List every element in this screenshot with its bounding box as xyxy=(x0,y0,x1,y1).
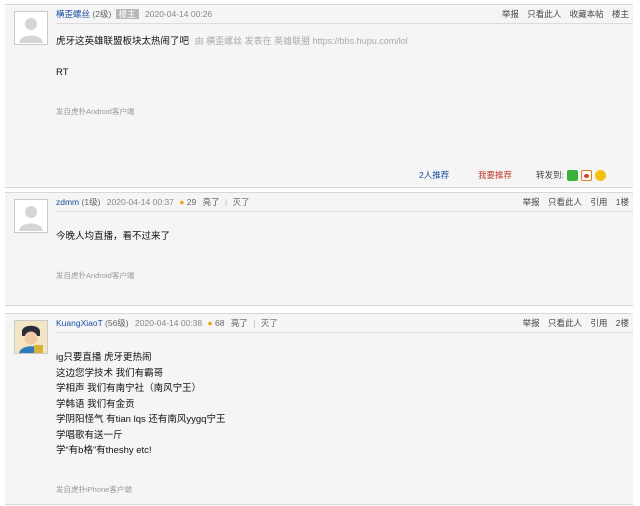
report-link[interactable]: 举报 xyxy=(502,9,519,19)
light-bulb-icon: ● xyxy=(207,318,213,328)
avatar[interactable] xyxy=(14,320,48,354)
post-header-divider xyxy=(55,23,633,24)
post-content-line: RT xyxy=(56,67,69,78)
light-count: 68 xyxy=(215,318,225,328)
post-title-line: 虎牙这英雄联盟板块太热闹了吧 由 横歪螺丝 发表在 英雄联盟 https://b… xyxy=(56,33,408,47)
post-body: 虎牙这英雄联盟板块太热闹了吧 由 横歪螺丝 发表在 英雄联盟 https://b… xyxy=(56,33,408,81)
post-content-line: 学唱歌有送一斤 xyxy=(56,429,123,441)
report-link[interactable]: 举报 xyxy=(523,197,540,207)
recommend-button[interactable]: 我要推荐 xyxy=(478,169,512,181)
dim-button[interactable]: 灭了 xyxy=(261,318,278,328)
post-ops: 举报 只看此人 引用 2楼 xyxy=(517,317,629,329)
floor-label: 2楼 xyxy=(615,318,629,328)
share-label: 转发到: xyxy=(536,170,564,180)
post-source: 由 横歪螺丝 发表在 英雄联盟 https://bbs.hupu.com/lol xyxy=(194,36,408,46)
only-this-user-link[interactable]: 只看此人 xyxy=(548,197,582,207)
reply-post: zdmm (1级) 2020-04-14 00:37 ● 29 亮了 | 灭了 … xyxy=(5,192,633,306)
post-ops: 举报 只看此人 收藏本帖 楼主 xyxy=(496,8,629,20)
device-note: 发自虎扑iPhone客户端 xyxy=(56,485,132,494)
post-content-line: 学阴阳怪气 有tian lqs 还有南风yygq宁王 xyxy=(56,414,226,425)
share-bar: 转发到: xyxy=(536,169,606,181)
post-op: 横歪螺丝 (2级) 楼主 2020-04-14 00:26 举报 只看此人 收藏… xyxy=(5,4,633,188)
quote-link[interactable]: 引用 xyxy=(590,318,607,328)
user-level: (56级) xyxy=(105,318,129,328)
divider: | xyxy=(225,197,228,207)
thread-page: 横歪螺丝 (2级) 楼主 2020-04-14 00:26 举报 只看此人 收藏… xyxy=(0,0,640,506)
op-badge: 楼主 xyxy=(115,9,139,19)
post-content-line: ig只要直播 虎牙更热闹 xyxy=(56,352,152,363)
post-ops: 举报 只看此人 引用 1楼 xyxy=(517,196,629,208)
post-content-line: 学韩语 我们有金贡 xyxy=(56,398,135,410)
recommend-count[interactable]: 2人推荐 xyxy=(419,169,449,181)
post-content-line: 学相声 我们有南宁社（南风宁王） xyxy=(56,383,202,394)
avatar[interactable] xyxy=(14,199,48,233)
post-meta: zdmm (1级) 2020-04-14 00:37 ● 29 亮了 | 灭了 xyxy=(56,196,250,208)
user-level: (2级) xyxy=(92,9,112,19)
post-content-line: 今晚人均直播，看不过来了 xyxy=(56,231,171,242)
post-content-line: 这边您学技术 我们有霸哥 xyxy=(56,367,164,379)
light-button[interactable]: 亮了 xyxy=(231,318,248,328)
post-title: 虎牙这英雄联盟板块太热闹了吧 xyxy=(56,36,190,47)
light-count: 29 xyxy=(186,197,197,207)
post-time: 2020-04-14 00:38 xyxy=(135,318,203,328)
post-meta: KuangXiaoT (56级) 2020-04-14 00:38 ● 68 亮… xyxy=(56,317,278,329)
user-level: (1级) xyxy=(81,197,101,207)
post-meta: 横歪螺丝 (2级) 楼主 2020-04-14 00:26 xyxy=(56,8,212,20)
username-link[interactable]: zdmm xyxy=(56,197,79,207)
username-link[interactable]: KuangXiaoT xyxy=(56,318,103,328)
qzone-icon[interactable] xyxy=(594,169,606,181)
divider: | xyxy=(253,318,256,328)
post-time: 2020-04-14 00:37 xyxy=(106,197,174,207)
dim-button[interactable]: 灭了 xyxy=(233,197,250,207)
username-link[interactable]: 横歪螺丝 xyxy=(56,9,90,19)
light-bulb-icon: ● xyxy=(179,197,185,207)
post-time: 2020-04-14 00:26 xyxy=(145,9,213,19)
floor-label: 1楼 xyxy=(615,197,629,207)
only-this-user-link[interactable]: 只看此人 xyxy=(548,318,582,328)
avatar[interactable] xyxy=(14,11,48,45)
reply-post: KuangXiaoT (56级) 2020-04-14 00:38 ● 68 亮… xyxy=(5,313,633,505)
post-header-divider xyxy=(55,211,633,212)
device-note: 发自虎扑Android客户端 xyxy=(56,271,135,280)
only-this-user-link[interactable]: 只看此人 xyxy=(527,9,561,19)
wechat-icon[interactable] xyxy=(566,169,578,181)
post-body: ig只要直播 虎牙更热闹 这边您学技术 我们有霸哥 学相声 我们有南宁社（南风宁… xyxy=(56,350,225,459)
post-content-line: 学“有b格”有theshy etc! xyxy=(56,445,152,456)
report-link[interactable]: 举报 xyxy=(523,318,540,328)
quote-link[interactable]: 引用 xyxy=(590,197,607,207)
device-note: 发自虎扑Android客户端 xyxy=(56,107,135,116)
weibo-icon[interactable] xyxy=(580,169,592,181)
light-button[interactable]: 亮了 xyxy=(203,197,220,207)
floor-label: 楼主 xyxy=(611,9,629,19)
post-body: 今晚人均直播，看不过来了 xyxy=(56,229,170,245)
favorite-link[interactable]: 收藏本帖 xyxy=(570,9,604,19)
post-header-divider xyxy=(55,332,633,333)
